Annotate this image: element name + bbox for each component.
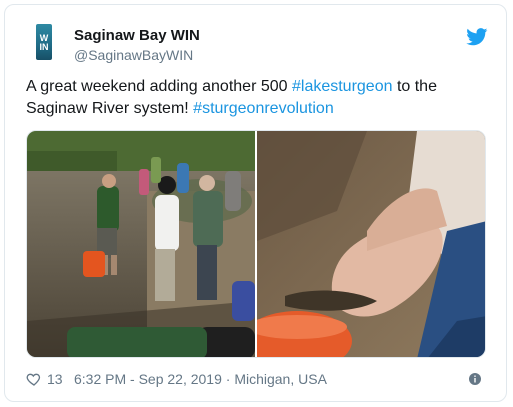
avatar[interactable]: W IN bbox=[26, 22, 62, 62]
tweet-text: A great weekend adding another 500 #lake… bbox=[26, 76, 496, 120]
like-count[interactable]: 13 bbox=[47, 370, 63, 388]
heart-icon[interactable] bbox=[26, 371, 42, 387]
hashtag-lakesturgeon[interactable]: #lakesturgeon bbox=[292, 78, 393, 95]
hashtag-sturgeonrevolution[interactable]: #sturgeonrevolution bbox=[193, 100, 334, 117]
info-icon[interactable] bbox=[469, 373, 481, 385]
avatar-logo-text: W IN bbox=[39, 33, 49, 52]
tweet-text-start: A great weekend adding another 500 bbox=[26, 78, 292, 95]
tweet-timestamp[interactable]: 6:32 PM - Sep 22, 2019 · Michigan, USA bbox=[74, 370, 327, 388]
twitter-bird-icon[interactable] bbox=[466, 28, 488, 46]
user-handle[interactable]: @SaginawBayWIN bbox=[74, 47, 193, 63]
media-grid bbox=[26, 130, 486, 358]
photo-sturgeon-hand[interactable] bbox=[257, 131, 486, 358]
photo-release-crowd[interactable] bbox=[27, 131, 255, 358]
tweet-footer: 13 6:32 PM - Sep 22, 2019 · Michigan, US… bbox=[26, 370, 491, 390]
display-name[interactable]: Saginaw Bay WIN bbox=[74, 27, 200, 44]
